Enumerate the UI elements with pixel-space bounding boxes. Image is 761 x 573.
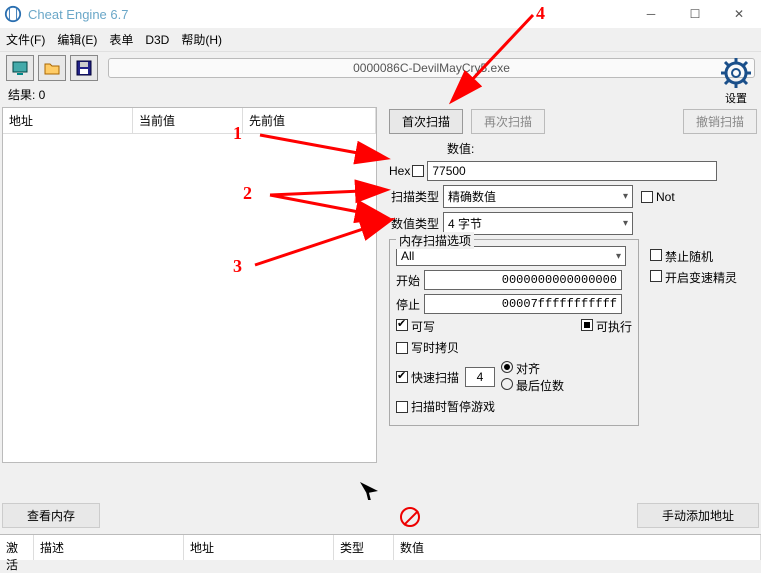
executable-label: 可执行	[596, 320, 632, 334]
not-label: Not	[656, 190, 675, 204]
stop-label: 停止	[396, 296, 424, 313]
memory-scan-options: 内存扫描选项 All ▾ 开始 停止 可写 可执行 写时拷贝 快	[389, 239, 639, 426]
menu-help[interactable]: 帮助(H)	[181, 31, 222, 48]
speedhack-label: 开启变速精灵	[665, 271, 737, 285]
cursor-tool-icon[interactable]	[360, 482, 378, 500]
gear-icon	[719, 56, 753, 90]
stop-input[interactable]	[424, 294, 622, 314]
next-scan-button[interactable]: 再次扫描	[471, 109, 545, 134]
fast-scan-value[interactable]	[465, 367, 495, 387]
col-previous[interactable]: 先前值	[243, 108, 376, 133]
start-label: 开始	[396, 272, 424, 289]
value-type-value: 4 字节	[448, 215, 482, 232]
value-label: 数值:	[447, 140, 757, 157]
executable-checkbox[interactable]	[581, 319, 593, 331]
menu-file[interactable]: 文件(F)	[6, 31, 45, 48]
writable-checkbox[interactable]	[396, 319, 408, 331]
col-desc[interactable]: 描述	[34, 535, 184, 560]
save-button[interactable]	[70, 55, 98, 81]
writable-label: 可写	[411, 320, 435, 334]
col-active[interactable]: 激活	[0, 535, 34, 560]
col-addr2[interactable]: 地址	[184, 535, 334, 560]
not-checkbox[interactable]	[641, 191, 653, 203]
close-button[interactable]: ✕	[717, 0, 761, 28]
process-label: 0000086C-DevilMayCry5.exe	[108, 58, 755, 78]
alignment-radio[interactable]	[501, 361, 513, 373]
settings-area[interactable]: 设置	[719, 56, 753, 106]
chevron-down-icon: ▾	[616, 251, 621, 262]
open-file-button[interactable]	[38, 55, 66, 81]
scan-type-value: 精确数值	[448, 188, 496, 205]
col-value[interactable]: 数值	[394, 535, 761, 560]
results-list[interactable]: 地址 当前值 先前值	[2, 107, 377, 463]
settings-label: 设置	[719, 90, 753, 106]
no-random-label: 禁止随机	[665, 250, 713, 264]
value-input[interactable]	[427, 161, 717, 181]
mem-region-combo[interactable]: All ▾	[396, 246, 626, 266]
minimize-button[interactable]: ─	[629, 0, 673, 28]
fast-scan-checkbox[interactable]	[396, 371, 408, 383]
results-label: 结果: 0	[0, 84, 761, 105]
app-icon	[4, 5, 22, 23]
hex-checkbox[interactable]	[412, 165, 424, 177]
menu-table[interactable]: 表单	[109, 31, 133, 48]
chevron-down-icon: ▾	[623, 218, 628, 229]
memory-view-button[interactable]: 查看内存	[2, 503, 100, 528]
first-scan-button[interactable]: 首次扫描	[389, 109, 463, 134]
process-name: 0000086C-DevilMayCry5.exe	[353, 61, 510, 75]
hex-label: Hex	[389, 164, 410, 178]
pause-game-checkbox[interactable]	[396, 401, 408, 413]
copy-on-write-checkbox[interactable]	[396, 342, 408, 354]
scan-type-combo[interactable]: 精确数值 ▾	[443, 185, 633, 208]
maximize-button[interactable]: ☐	[673, 0, 717, 28]
chevron-down-icon: ▾	[623, 191, 628, 202]
value-type-label: 数值类型	[389, 215, 439, 232]
cow-label: 写时拷贝	[411, 339, 459, 356]
menu-bar: 文件(F) 编辑(E) 表单 D3D 帮助(H)	[0, 28, 761, 52]
col-current[interactable]: 当前值	[133, 108, 243, 133]
menu-d3d[interactable]: D3D	[145, 33, 169, 47]
mem-region-value: All	[401, 249, 414, 263]
last-digit-radio[interactable]	[501, 378, 513, 390]
toolbar: 0000086C-DevilMayCry5.exe	[0, 52, 761, 84]
results-header: 地址 当前值 先前值	[3, 108, 376, 134]
mem-group-label: 内存扫描选项	[396, 232, 474, 249]
alignment-label: 对齐	[516, 362, 540, 376]
fast-scan-label: 快速扫描	[411, 369, 459, 386]
start-input[interactable]	[424, 270, 622, 290]
last-digit-label: 最后位数	[516, 379, 564, 393]
floppy-icon	[75, 59, 93, 77]
folder-open-icon	[43, 59, 61, 77]
add-address-button[interactable]: 手动添加地址	[637, 503, 759, 528]
window-title: Cheat Engine 6.7	[28, 7, 128, 22]
col-type[interactable]: 类型	[334, 535, 394, 560]
no-random-checkbox[interactable]	[650, 249, 662, 261]
open-process-button[interactable]	[6, 55, 34, 81]
menu-edit[interactable]: 编辑(E)	[57, 31, 97, 48]
cheat-table[interactable]: 激活 描述 地址 类型 数值	[0, 534, 761, 560]
col-address[interactable]: 地址	[3, 108, 133, 133]
stop-icon[interactable]	[400, 507, 420, 527]
undo-scan-button[interactable]: 撤销扫描	[683, 109, 757, 134]
speedhack-checkbox[interactable]	[650, 270, 662, 282]
computer-icon	[11, 59, 29, 77]
title-bar: Cheat Engine 6.7 ─ ☐ ✕	[0, 0, 761, 28]
pause-game-label: 扫描时暂停游戏	[411, 398, 495, 415]
scan-type-label: 扫描类型	[389, 188, 439, 205]
